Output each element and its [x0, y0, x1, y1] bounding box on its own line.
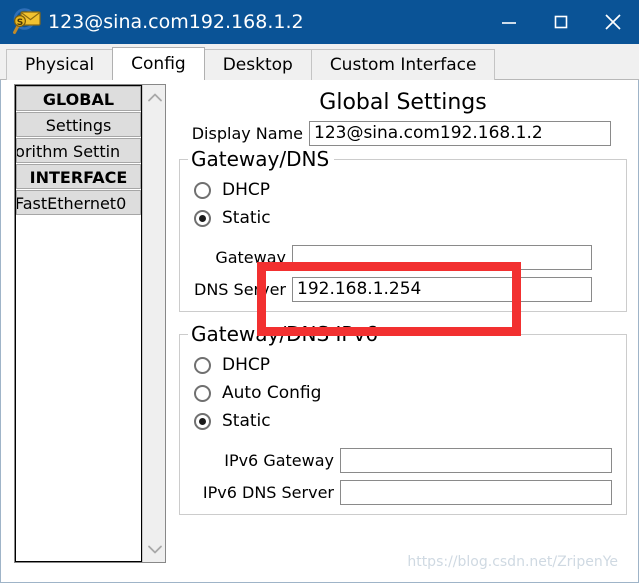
- tab-strip: Physical Config Desktop Custom Interface: [0, 44, 639, 80]
- close-button[interactable]: [587, 0, 639, 44]
- page-title: Global Settings: [319, 90, 487, 115]
- tab-custom-interface[interactable]: Custom Interface: [310, 49, 496, 80]
- gateway-static-label: Static: [222, 208, 271, 228]
- sidebar-item-fastethernet0[interactable]: FastEthernet0: [16, 190, 141, 215]
- svg-text:S: S: [17, 18, 23, 28]
- ipv6-gateway-input[interactable]: [340, 448, 612, 473]
- window-title: 123@sina.com192.168.1.2: [48, 11, 304, 33]
- close-icon: [605, 14, 621, 30]
- sidebar-item-interface: INTERFACE: [16, 164, 141, 189]
- dns-server-input[interactable]: 192.168.1.254: [292, 277, 592, 302]
- sidebar-item-global: GLOBAL: [16, 86, 141, 111]
- device-config-window: S 123@sina.com192.168.1.2 Physical Confi…: [0, 0, 639, 583]
- gateway-dhcp-option[interactable]: DHCP: [180, 176, 626, 204]
- gateway-dns-body: DHCP Static Gateway DNS Server 192.168.1…: [180, 160, 626, 311]
- config-sidebar: GLOBAL Settings gorithm Settin INTERFACE…: [14, 84, 166, 563]
- title-bar: S 123@sina.com192.168.1.2: [0, 0, 639, 44]
- gateway-input[interactable]: [292, 245, 592, 270]
- ipv6-gateway-label: IPv6 Gateway: [224, 451, 334, 470]
- minimize-button[interactable]: [483, 0, 535, 44]
- tab-config[interactable]: Config: [112, 47, 205, 80]
- sidebar-item-settings[interactable]: Settings: [16, 112, 141, 137]
- gateway-dns-ipv6-group: Gateway/DNS IPv6 DHCP Auto Config Static: [179, 322, 627, 515]
- chevron-up-icon: [147, 93, 162, 102]
- ipv6-dns-server-label: IPv6 DNS Server: [202, 483, 334, 502]
- gateway-dns-group: Gateway/DNS DHCP Static Gateway DNS Serv…: [179, 147, 627, 312]
- config-sidebar-list: GLOBAL Settings gorithm Settin INTERFACE…: [15, 85, 142, 562]
- gateway-dns-ipv6-legend: Gateway/DNS IPv6: [188, 322, 384, 346]
- gateway-dns-ipv6-body: DHCP Auto Config Static IPv6 Gateway IPv…: [180, 335, 626, 514]
- ipv6-auto-config-label: Auto Config: [222, 383, 322, 403]
- gateway-dns-legend: Gateway/DNS: [188, 147, 335, 171]
- config-content-area: GLOBAL Settings gorithm Settin INTERFACE…: [0, 80, 639, 583]
- radio-unchecked-icon: [194, 356, 211, 374]
- display-name-input[interactable]: 123@sina.com192.168.1.2: [309, 121, 611, 146]
- radio-checked-icon: [194, 209, 211, 227]
- chevron-down-icon: [147, 545, 162, 554]
- packet-tracer-envelope-magnifier-icon: S: [12, 7, 42, 37]
- ipv6-static-label: Static: [222, 411, 271, 431]
- ipv6-static-option[interactable]: Static: [180, 407, 626, 435]
- dns-server-row: DNS Server 192.168.1.254: [180, 276, 626, 303]
- tab-desktop[interactable]: Desktop: [203, 49, 312, 80]
- window-controls: [483, 0, 639, 44]
- display-name-label: Display Name: [191, 124, 303, 143]
- maximize-button[interactable]: [535, 0, 587, 44]
- sidebar-scrollbar[interactable]: [142, 85, 165, 562]
- watermark: https://blog.csdn.net/ZripenYe: [407, 554, 618, 570]
- sidebar-item-algorithm-settings[interactable]: gorithm Settin: [16, 138, 141, 163]
- scroll-down-button[interactable]: [143, 538, 166, 560]
- ipv6-dhcp-label: DHCP: [222, 355, 270, 375]
- dns-server-label: DNS Server: [194, 280, 286, 299]
- gateway-dhcp-label: DHCP: [222, 180, 270, 200]
- radio-checked-icon: [194, 412, 211, 430]
- gateway-label: Gateway: [215, 248, 286, 267]
- maximize-icon: [554, 15, 568, 29]
- radio-unchecked-icon: [194, 181, 211, 199]
- ipv6-auto-config-option[interactable]: Auto Config: [180, 379, 626, 407]
- ipv6-dns-server-row: IPv6 DNS Server: [180, 479, 626, 506]
- ipv6-dns-server-input[interactable]: [340, 480, 612, 505]
- global-settings-panel: Global Settings Display Name 123@sina.co…: [179, 84, 627, 563]
- minimize-icon: [502, 22, 516, 24]
- scroll-up-button[interactable]: [143, 87, 166, 109]
- radio-unchecked-icon: [194, 384, 211, 402]
- ipv6-gateway-row: IPv6 Gateway: [180, 447, 626, 474]
- tab-list: Physical Config Desktop Custom Interface: [6, 47, 496, 80]
- display-name-row: Display Name 123@sina.com192.168.1.2: [179, 120, 627, 147]
- gateway-row: Gateway: [180, 244, 626, 271]
- ipv6-dhcp-option[interactable]: DHCP: [180, 351, 626, 379]
- gateway-static-option[interactable]: Static: [180, 204, 626, 232]
- tab-physical[interactable]: Physical: [6, 49, 114, 80]
